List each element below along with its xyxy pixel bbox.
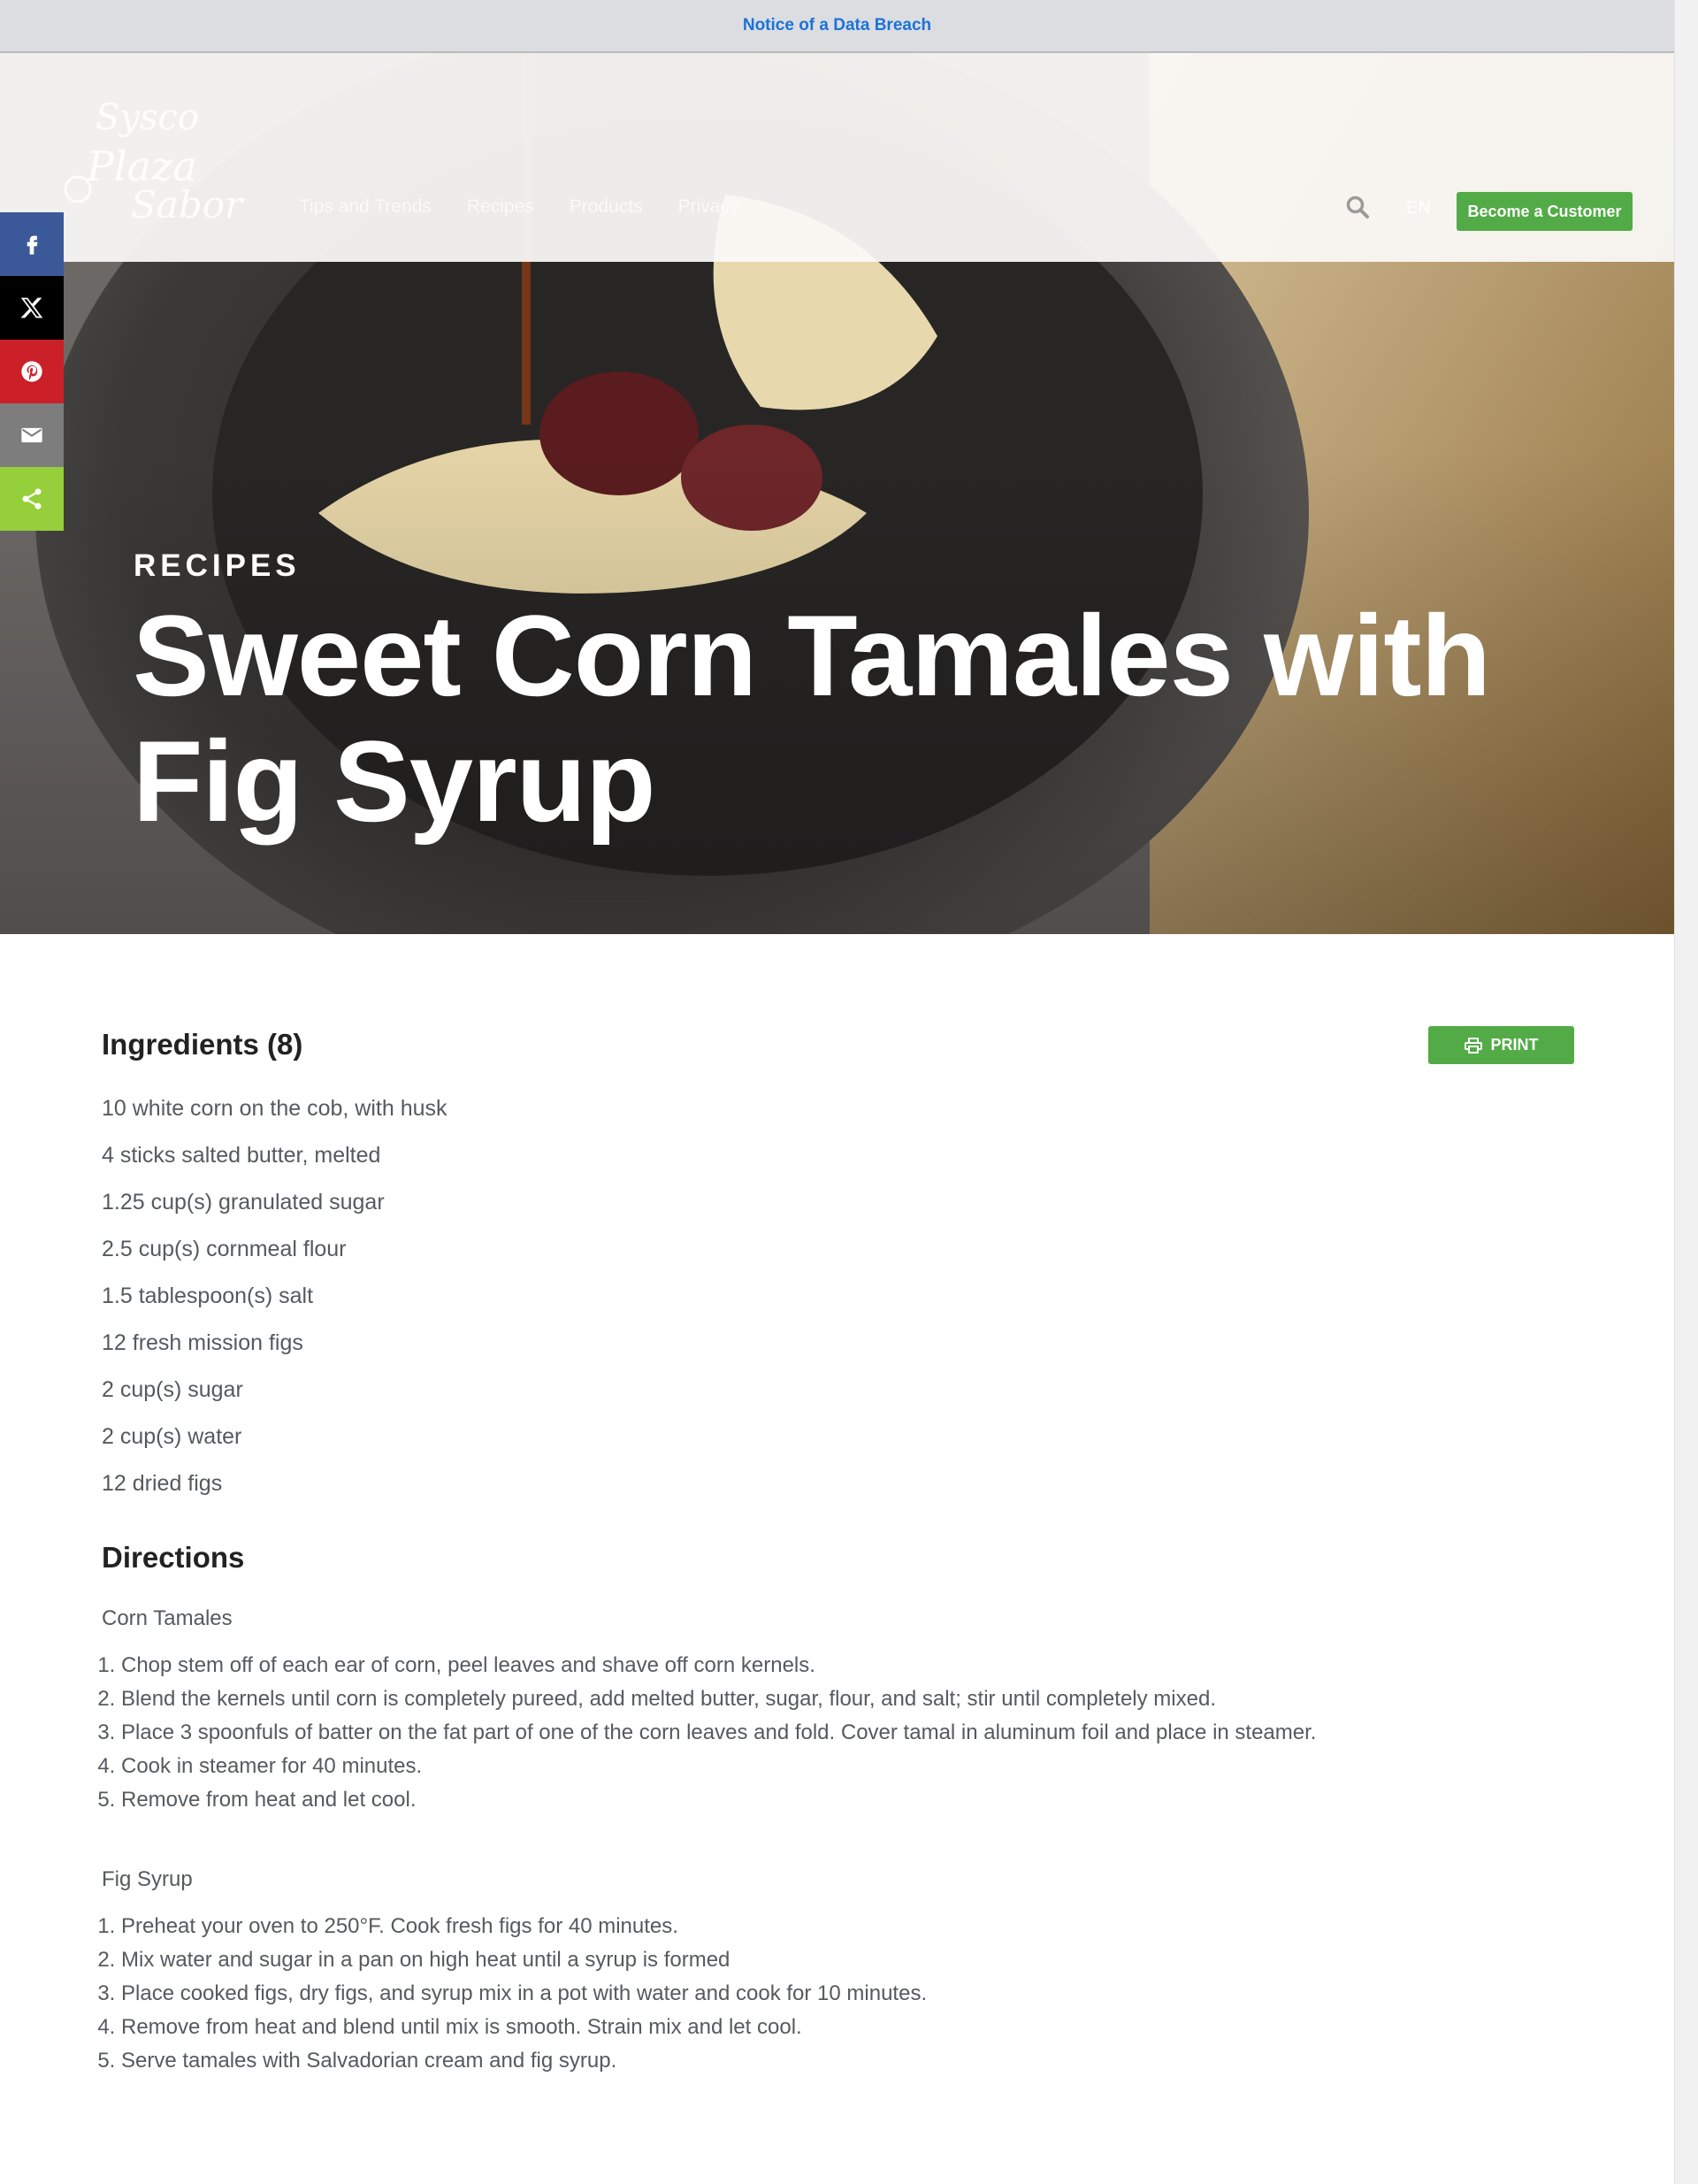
ingredient-item: 12 fresh mission figs (102, 1330, 303, 1355)
directions-subheading-fig-syrup: Fig Syrup (102, 1867, 193, 1891)
become-customer-button[interactable]: Become a Customer (1457, 192, 1633, 231)
ingredient-item: 1.5 tablespoon(s) salt (102, 1284, 314, 1308)
x-share-button[interactable] (0, 276, 64, 340)
direction-step: Place cooked figs, dry figs, and syrup m… (121, 1977, 1377, 2011)
print-button[interactable]: PRINT (1428, 1026, 1574, 1064)
direction-step: Serve tamales with Salvadorian cream and… (121, 2044, 1377, 2078)
direction-step: Chop stem off of each ear of corn, peel … (121, 1649, 1377, 1682)
corn-tamales-steps: Chop stem off of each ear of corn, peel … (102, 1649, 1377, 1817)
ingredient-item: 2.5 cup(s) cornmeal flour (102, 1237, 347, 1261)
search-icon[interactable] (1345, 195, 1370, 219)
email-share-button[interactable] (0, 403, 64, 467)
notice-bar: Notice of a Data Breach (0, 0, 1674, 53)
print-label: PRINT (1490, 1036, 1539, 1054)
svg-text:Sysco: Sysco (96, 97, 199, 138)
ingredient-item: 2 cup(s) sugar (102, 1377, 243, 1402)
directions-subheading-corn-tamales: Corn Tamales (102, 1606, 233, 1630)
data-breach-notice-link[interactable]: Notice of a Data Breach (743, 16, 931, 35)
direction-step: Blend the kernels until corn is complete… (121, 1682, 1377, 1716)
site-header: Sysco Plaza Sabor Tips and Trends Recipe… (0, 53, 1674, 262)
nav-tips-and-trends[interactable]: Tips and Trends (299, 196, 432, 218)
share-icon (22, 488, 42, 510)
share-more-button[interactable] (0, 467, 64, 531)
ingredients-heading: Ingredients (8) (102, 1028, 303, 1061)
x-icon (20, 297, 43, 318)
nav-privacy[interactable]: Privacy (678, 196, 739, 218)
printer-icon (1464, 1037, 1482, 1054)
ingredient-item: 10 white corn on the cob, with husk (102, 1096, 447, 1121)
hero-category: RECIPES (134, 548, 301, 583)
language-selector[interactable]: EN (1406, 198, 1431, 218)
direction-step: Remove from heat and let cool. (121, 1783, 1377, 1817)
page-scrollbar[interactable] (1674, 0, 1698, 2184)
directions-heading: Directions (102, 1541, 245, 1574)
ingredient-item: 1.25 cup(s) granulated sugar (102, 1190, 385, 1215)
facebook-icon (27, 235, 38, 255)
facebook-share-button[interactable] (0, 212, 64, 276)
direction-step: Mix water and sugar in a pan on high hea… (121, 1943, 1377, 1977)
main-nav: Tips and Trends Recipes Products Privacy (299, 196, 738, 218)
ingredient-item: 4 sticks salted butter, melted (102, 1143, 381, 1168)
social-share-bar (0, 212, 64, 531)
direction-step: Preheat your oven to 250°F. Cook fresh f… (121, 1910, 1377, 1943)
direction-step: Cook in steamer for 40 minutes. (121, 1750, 1377, 1783)
ingredient-item: 12 dried figs (102, 1471, 223, 1496)
fig-syrup-steps: Preheat your oven to 250°F. Cook fresh f… (102, 1910, 1377, 2078)
hero-banner: Sysco Plaza Sabor Tips and Trends Recipe… (0, 53, 1674, 934)
svg-text:Sabor: Sabor (131, 183, 245, 225)
nav-recipes[interactable]: Recipes (467, 196, 534, 218)
email-icon (21, 427, 42, 443)
ingredient-list: 10 white corn on the cob, with husk 4 st… (102, 1093, 447, 1515)
pinterest-icon (21, 361, 42, 382)
sysco-plaza-sabor-logo[interactable]: Sysco Plaza Sabor (51, 92, 255, 225)
page-title: Sweet Corn Tamales with Fig Syrup (133, 591, 1491, 846)
direction-step: Place 3 spoonfuls of batter on the fat p… (121, 1716, 1377, 1750)
nav-products[interactable]: Products (570, 196, 643, 218)
direction-step: Remove from heat and blend until mix is … (121, 2011, 1377, 2044)
pinterest-share-button[interactable] (0, 340, 64, 403)
ingredient-item: 2 cup(s) water (102, 1424, 242, 1449)
